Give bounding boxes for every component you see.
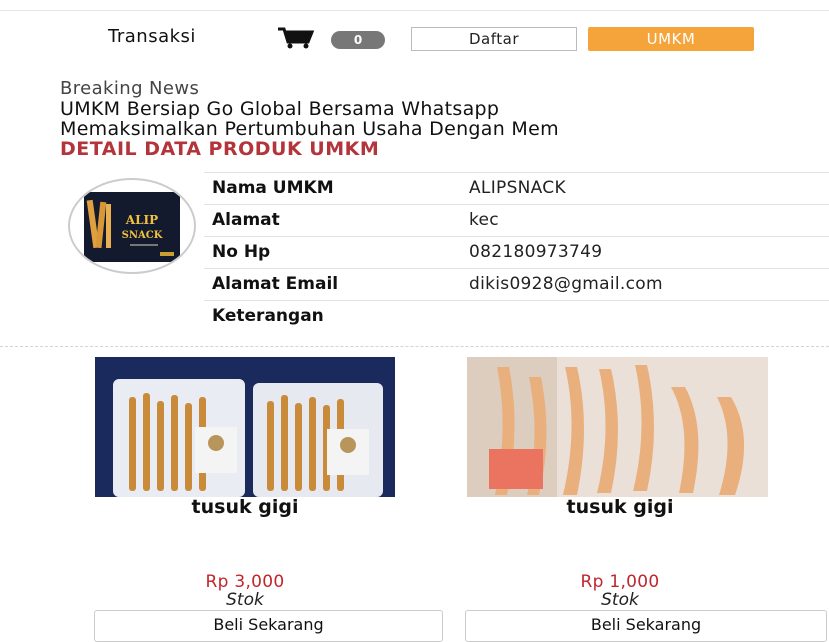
- umkm-info-table: Nama UMKM ALIPSNACK Alamat kec No Hp 082…: [204, 172, 829, 332]
- product-image[interactable]: [95, 357, 395, 497]
- beli-sekarang-button[interactable]: Beli Sekarang: [465, 610, 827, 642]
- info-row-nohp: No Hp 082180973749: [204, 236, 829, 268]
- product-name[interactable]: tusuk gigi: [90, 496, 400, 518]
- logo-text-snack: SNACK: [122, 230, 163, 241]
- product-stock-label: Stok: [601, 590, 639, 610]
- transaksi-link[interactable]: Transaksi: [108, 26, 196, 47]
- section-title: DETAIL DATA PRODUK UMKM: [60, 138, 380, 160]
- top-bar: Transaksi 0 Daftar UMKM: [0, 0, 829, 62]
- info-label: No Hp: [212, 242, 271, 262]
- beli-sekarang-button[interactable]: Beli Sekarang: [94, 610, 443, 642]
- breaking-news-label: Breaking News: [60, 78, 200, 99]
- info-row-nama: Nama UMKM ALIPSNACK: [204, 172, 829, 204]
- news-headline-1[interactable]: UMKM Bersiap Go Global Bersama Whatsapp: [60, 98, 499, 120]
- news-headline-2[interactable]: Memaksimalkan Pertumbuhan Usaha Dengan M…: [60, 118, 829, 140]
- info-value: 082180973749: [469, 242, 603, 262]
- daftar-button[interactable]: Daftar: [411, 27, 577, 51]
- info-row-keterangan: Keterangan: [204, 300, 829, 332]
- info-label: Keterangan: [212, 306, 324, 326]
- product-image[interactable]: [467, 357, 768, 497]
- info-row-email: Alamat Email dikis0928@gmail.com: [204, 268, 829, 300]
- umkm-logo: ALIP SNACK: [68, 178, 196, 274]
- info-value: kec: [469, 210, 499, 230]
- shopping-cart-icon[interactable]: [276, 26, 316, 50]
- section-divider: [0, 346, 829, 347]
- product-price: Rp 1,000: [580, 572, 660, 592]
- info-label: Alamat: [212, 210, 280, 230]
- info-label: Alamat Email: [212, 274, 339, 294]
- product-price: Rp 3,000: [205, 572, 285, 592]
- logo-text-alip: ALIP: [125, 213, 158, 227]
- product-name[interactable]: tusuk gigi: [465, 496, 775, 518]
- info-value: ALIPSNACK: [469, 178, 566, 198]
- cart-count-badge: 0: [331, 31, 385, 49]
- product-card: tusuk gigi Rp 1,000 Stok Beli Sekarang: [465, 352, 829, 642]
- umkm-button[interactable]: UMKM: [588, 27, 754, 51]
- info-value: dikis0928@gmail.com: [469, 274, 663, 294]
- product-stock-label: Stok: [226, 590, 264, 610]
- info-row-alamat: Alamat kec: [204, 204, 829, 236]
- info-label: Nama UMKM: [212, 178, 334, 198]
- product-card: tusuk gigi Rp 3,000 Stok Beli Sekarang: [90, 352, 460, 642]
